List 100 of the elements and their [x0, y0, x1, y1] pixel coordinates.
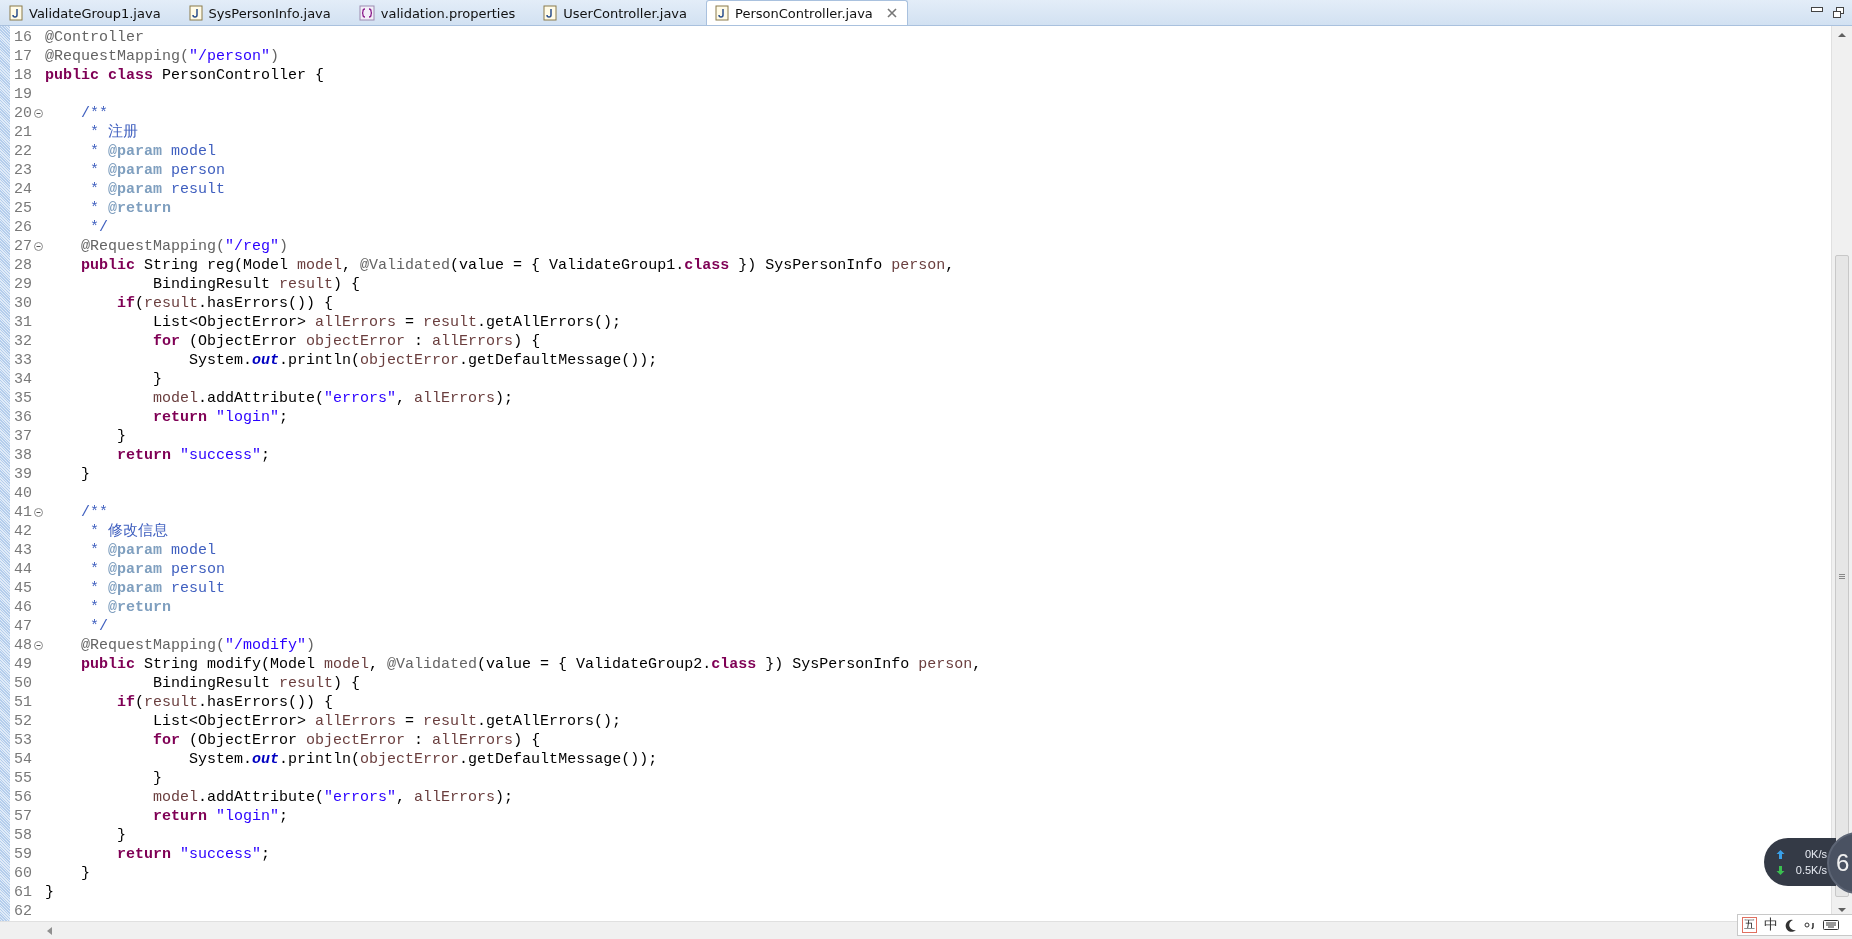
line-number: 53 [13, 732, 32, 749]
code-line: } [116, 826, 126, 845]
editor-tab[interactable]: PersonController.java [706, 0, 908, 25]
keyboard-icon[interactable] [1823, 920, 1839, 930]
line-number: 28 [13, 257, 32, 274]
upload-arrow-icon [1776, 849, 1785, 859]
java-file-icon [9, 5, 23, 21]
editor-tab[interactable]: UserController.java [534, 0, 706, 25]
line-number: 59 [13, 846, 32, 863]
code-line: * @param model [89, 541, 217, 560]
code-line: * @param person [89, 560, 226, 579]
line-number: 22 [13, 143, 32, 160]
java-file-icon [715, 5, 729, 21]
scrollbar-thumb[interactable] [1835, 255, 1849, 897]
line-number: 44 [13, 561, 32, 578]
code-line: } [45, 883, 54, 902]
collapse-icon[interactable] [34, 508, 43, 517]
line-number: 20 [13, 105, 32, 122]
line-number: 58 [13, 827, 32, 844]
line-number: 19 [13, 86, 32, 103]
line-number: 48 [13, 637, 32, 654]
line-number: 21 [13, 124, 32, 141]
code-line: return "login"; [152, 408, 289, 427]
line-number: 17 [13, 48, 32, 65]
code-line: } [80, 465, 90, 484]
collapse-icon[interactable] [34, 242, 43, 251]
line-number: 47 [13, 618, 32, 635]
line-number: 45 [13, 580, 32, 597]
line-number: 31 [13, 314, 32, 331]
line-number: 32 [13, 333, 32, 350]
line-number: 25 [13, 200, 32, 217]
editor-tab[interactable]: SysPersonInfo.java [179, 0, 350, 25]
line-number: 42 [13, 523, 32, 540]
code-line: /** [80, 104, 108, 123]
line-number: 60 [13, 865, 32, 882]
line-number: 23 [13, 162, 32, 179]
code-line: BindingResult result) { [152, 275, 361, 294]
editor-tab[interactable]: validation.properties [349, 0, 535, 25]
line-number: 56 [13, 789, 32, 806]
line-number: 39 [13, 466, 32, 483]
code-line: return "login"; [152, 807, 289, 826]
line-number: 24 [13, 181, 32, 198]
java-file-icon [543, 5, 558, 21]
code-line: * @return [89, 199, 172, 218]
collapse-icon[interactable] [34, 641, 43, 650]
line-number: 26 [13, 219, 32, 236]
minimize-icon[interactable] [1811, 7, 1823, 13]
ime-layout-button[interactable]: 五 [1742, 917, 1757, 933]
code-line: * @param result [89, 579, 226, 598]
line-number: 37 [13, 428, 32, 445]
line-number: 50 [13, 675, 32, 692]
line-number: 62 [13, 903, 32, 920]
line-number: 57 [13, 808, 32, 825]
code-line: } [152, 370, 163, 389]
code-line: model.addAttribute("errors", allErrors); [152, 788, 514, 807]
code-line: System.out.println(objectError.getDefaultMessage()); [188, 351, 658, 370]
line-number: 18 [13, 67, 32, 84]
code-line: public class PersonController { [45, 66, 325, 85]
code-line: return "success"; [116, 446, 271, 465]
line-number: 49 [13, 656, 32, 673]
code-line: } [152, 769, 163, 788]
restore-icon[interactable] [1833, 7, 1844, 18]
code-line: * @param model [89, 142, 217, 161]
scroll-left-icon[interactable] [46, 925, 54, 936]
code-line: /** [80, 503, 108, 522]
line-number: 40 [13, 485, 32, 502]
code-line: List<ObjectError> allErrors = result.getAllErrors(); [152, 712, 622, 731]
code-line: return "success"; [116, 845, 271, 864]
line-number: 34 [13, 371, 32, 388]
java-file-icon [188, 5, 203, 21]
code-line: * @param result [89, 180, 226, 199]
punctuation-icon[interactable] [1804, 920, 1816, 930]
code-line: */ [89, 617, 108, 636]
code-line: * @param person [89, 161, 226, 180]
download-arrow-icon [1776, 865, 1785, 875]
close-icon[interactable] [886, 8, 897, 18]
line-number: 55 [13, 770, 32, 787]
line-number: 51 [13, 694, 32, 711]
line-number: 61 [13, 884, 32, 901]
collapse-icon[interactable] [34, 109, 43, 118]
line-number: 43 [13, 542, 32, 559]
code-line: @Controller [45, 28, 145, 47]
line-number: 46 [13, 599, 32, 616]
moon-icon[interactable] [1785, 918, 1797, 932]
code-line: @RequestMapping("/modify") [80, 636, 316, 655]
line-number: 16 [13, 29, 32, 46]
ime-mode-button[interactable]: 中 [1764, 916, 1778, 934]
code-line: public String modify(Model model, @Validated(value = { ValidateGroup2.class }) SysPersonInfo person, [80, 655, 982, 674]
line-number: 36 [13, 409, 32, 426]
editor-tab[interactable]: ValidateGroup1.java [0, 0, 180, 25]
line-number: 41 [13, 504, 32, 521]
code-line: System.out.println(objectError.getDefaultMessage()); [188, 750, 658, 769]
scroll-up-icon[interactable] [1837, 30, 1847, 40]
line-number: 54 [13, 751, 32, 768]
code-line: for (ObjectError objectError : allErrors) { [152, 332, 541, 351]
code-line: * 修改信息 [89, 522, 168, 541]
code-line: * 注册 [89, 123, 138, 142]
code-line: if(result.hasErrors()) { [116, 294, 334, 313]
code-line: @RequestMapping("/reg") [80, 237, 289, 256]
code-line: */ [89, 218, 108, 237]
